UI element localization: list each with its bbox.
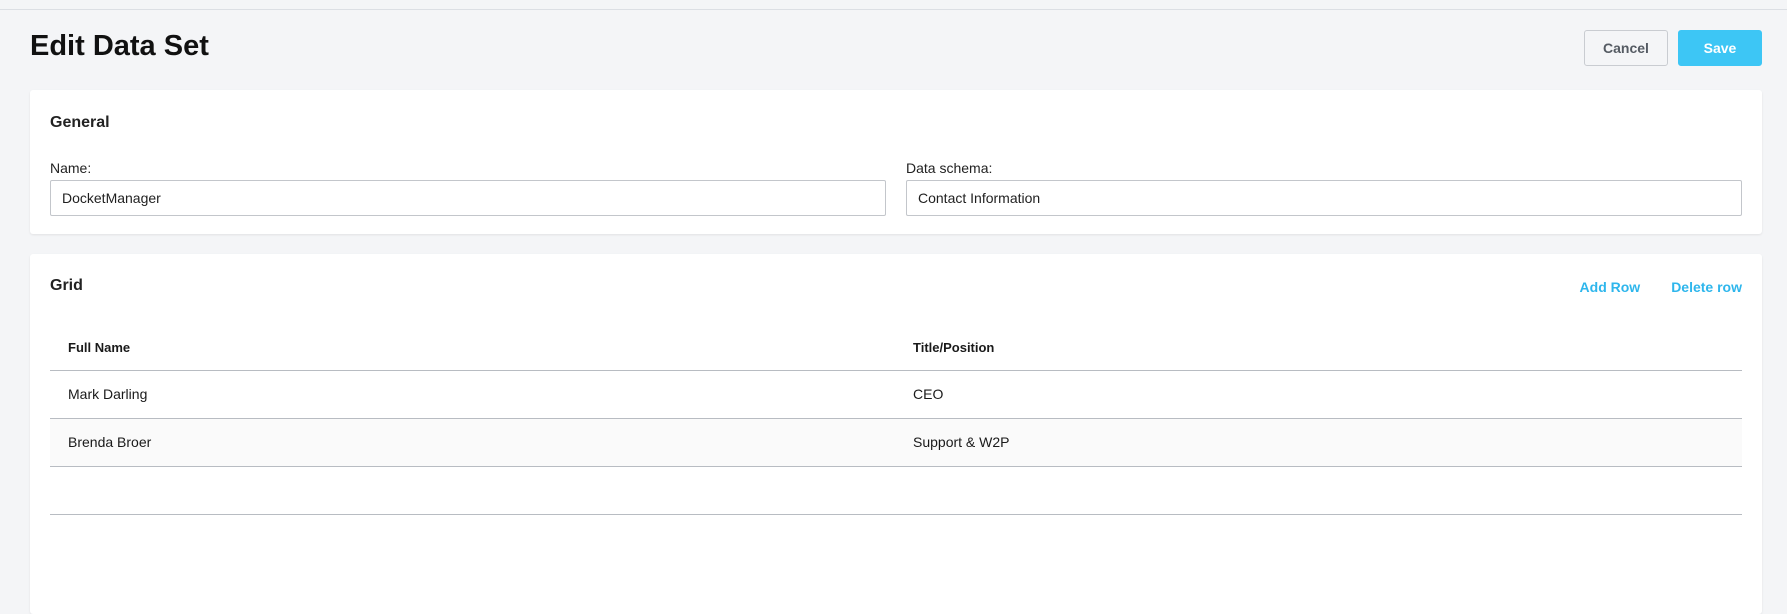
top-divider: [0, 9, 1787, 10]
grid-table: Full Name Title/Position Mark Darling CE…: [50, 326, 1742, 515]
page-title: Edit Data Set: [30, 30, 209, 62]
cell-full-name[interactable]: Mark Darling: [50, 370, 895, 419]
cell-title-position[interactable]: Support & W2P: [895, 418, 1742, 467]
add-row-link[interactable]: Add Row: [1580, 279, 1641, 295]
cell-title-position[interactable]: [895, 466, 1742, 515]
name-input[interactable]: [50, 180, 886, 216]
grid-card: Grid Add Row Delete row Full Name Title/…: [30, 254, 1762, 614]
header-actions: Cancel Save: [1584, 30, 1762, 66]
cell-full-name[interactable]: Brenda Broer: [50, 418, 895, 467]
column-header-full-name[interactable]: Full Name: [50, 326, 895, 371]
general-section-title: General: [50, 114, 110, 131]
column-header-title-position[interactable]: Title/Position: [895, 326, 1742, 371]
name-field-group: Name:: [50, 160, 886, 216]
cell-title-position[interactable]: CEO: [895, 370, 1742, 419]
grid-actions: Add Row Delete row: [1580, 279, 1742, 295]
cancel-button[interactable]: Cancel: [1584, 30, 1668, 66]
page-header: Edit Data Set Cancel Save: [30, 30, 1762, 66]
table-row[interactable]: [50, 466, 1742, 515]
table-header-row: Full Name Title/Position: [50, 326, 1742, 371]
save-button[interactable]: Save: [1678, 30, 1762, 66]
table-row[interactable]: Brenda Broer Support & W2P: [50, 418, 1742, 467]
data-schema-label: Data schema:: [906, 160, 993, 176]
grid-section-title: Grid: [50, 277, 83, 294]
cell-full-name[interactable]: [50, 466, 895, 515]
delete-row-link[interactable]: Delete row: [1671, 279, 1742, 295]
schema-field-group: Data schema:: [906, 160, 1742, 216]
general-card: General Name: Data schema:: [30, 90, 1762, 234]
name-label: Name:: [50, 160, 92, 176]
table-row[interactable]: Mark Darling CEO: [50, 370, 1742, 419]
data-schema-input[interactable]: [906, 180, 1742, 216]
